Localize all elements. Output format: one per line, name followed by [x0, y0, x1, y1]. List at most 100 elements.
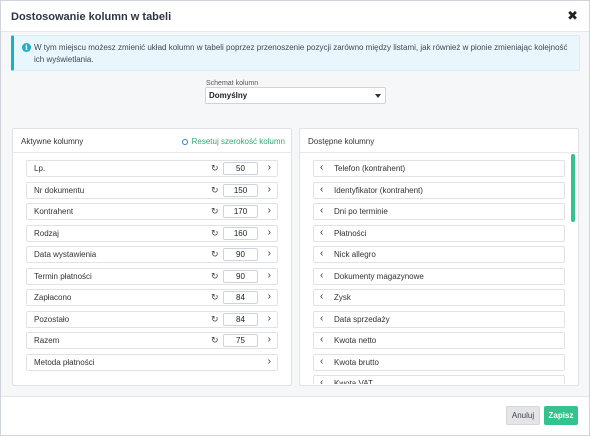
refresh-icon[interactable]: ↻	[211, 206, 219, 217]
available-column-row[interactable]: ‹ Data sprzedaży	[313, 310, 565, 328]
active-column-label: Lp.	[34, 164, 46, 173]
active-column-label: Metoda płatności	[34, 357, 95, 367]
available-column-row[interactable]: ‹ Kwota netto	[313, 332, 565, 349]
chevron-right-icon[interactable]: ›	[268, 270, 271, 281]
chevron-left-icon[interactable]: ‹	[320, 248, 323, 259]
schema-select[interactable]: Domyślny	[205, 87, 386, 104]
info-alert: i W tym miejscu możesz zmienić układ kol…	[11, 35, 580, 71]
chevron-left-icon[interactable]: ‹	[320, 377, 323, 384]
column-width-input[interactable]: 84	[223, 291, 258, 304]
active-column-row[interactable]: Rodzaj ↻ 160 ›	[26, 224, 278, 242]
active-column-row[interactable]: Kontrahent ↻ 170 ›	[26, 203, 278, 220]
column-width-input[interactable]: 75	[223, 334, 258, 347]
active-column-row[interactable]: Data wystawienia ↻ 90 ›	[26, 246, 278, 263]
chevron-right-icon[interactable]: ›	[268, 205, 271, 216]
available-column-row[interactable]: ‹ Dni po terminie	[313, 203, 565, 220]
reset-widths-label: Resetuj szerokość kolumn	[191, 137, 285, 146]
available-column-row[interactable]: ‹ Kwota brutto	[313, 353, 565, 371]
active-column-row[interactable]: Zapłacono ↻ 84 ›	[26, 289, 278, 306]
column-width-input[interactable]: 150	[223, 183, 258, 197]
column-width-input[interactable]: 90	[223, 248, 258, 261]
info-text: W tym miejscu możesz zmienić układ kolum…	[34, 43, 568, 64]
cancel-button[interactable]: Anuluj	[506, 406, 540, 425]
available-column-label: Telefon (kontrahent)	[334, 164, 406, 173]
chevron-right-icon[interactable]: ›	[268, 184, 271, 195]
refresh-icon[interactable]: ↻	[211, 335, 219, 346]
chevron-left-icon[interactable]: ‹	[320, 205, 323, 216]
chevron-right-icon[interactable]: ›	[268, 162, 271, 173]
available-column-label: Zysk	[334, 293, 351, 302]
active-column-row[interactable]: Lp. ↻ 50 ›	[26, 160, 278, 177]
info-icon: i	[22, 43, 31, 52]
refresh-icon[interactable]: ↻	[211, 314, 219, 325]
available-column-row[interactable]: ‹ Kwota VAT	[313, 375, 565, 384]
available-column-row[interactable]: ‹ Telefon (kontrahent)	[313, 160, 565, 177]
refresh-icon[interactable]: ↻	[211, 271, 219, 282]
chevron-left-icon[interactable]: ‹	[320, 313, 323, 324]
chevron-left-icon[interactable]: ‹	[320, 227, 323, 238]
available-columns-title: Dostępne kolumny	[308, 137, 375, 146]
schema-label: Schemat kolumn	[206, 80, 259, 87]
active-column-label: Nr dokumentu	[34, 185, 85, 195]
chevron-left-icon[interactable]: ‹	[320, 184, 323, 195]
dialog-title: Dostosowanie kolumn w tabeli	[11, 11, 172, 23]
chevron-right-icon[interactable]: ›	[268, 313, 271, 324]
active-columns-list: Lp. ↻ 50 › Nr dokumentu ↻ 150 › Kontrahent ↻ 170 › R…	[26, 160, 278, 375]
active-column-row[interactable]: Nr dokumentu ↻ 150 ›	[26, 181, 278, 199]
dialog-header: Dostosowanie kolumn w tabeli ✖	[1, 1, 589, 32]
column-width-input[interactable]: 50	[223, 162, 258, 175]
reset-icon	[181, 139, 188, 145]
available-column-label: Kwota netto	[334, 336, 377, 345]
available-column-row[interactable]: ‹ Zysk	[313, 289, 565, 306]
available-column-label: Kwota brutto	[334, 357, 379, 367]
refresh-icon[interactable]: ↻	[211, 228, 219, 239]
available-column-row[interactable]: ‹ Nick allegro	[313, 246, 565, 263]
chevron-left-icon[interactable]: ‹	[320, 291, 323, 302]
caret-down-icon	[375, 94, 381, 98]
dialog-footer: Anuluj Zapisz	[1, 396, 589, 435]
column-width-input[interactable]: 160	[223, 226, 258, 240]
active-column-label: Pozostało	[34, 314, 70, 324]
refresh-icon[interactable]: ↻	[211, 163, 219, 174]
active-column-label: Zapłacono	[34, 293, 72, 302]
chevron-left-icon[interactable]: ‹	[320, 356, 323, 367]
active-column-row[interactable]: Razem ↻ 75 ›	[26, 332, 278, 349]
available-column-label: Kwota VAT	[334, 379, 373, 384]
available-column-label: Data sprzedaży	[334, 314, 390, 324]
active-column-row[interactable]: Termin płatności ↻ 90 ›	[26, 267, 278, 285]
chevron-left-icon[interactable]: ‹	[320, 162, 323, 173]
available-column-row[interactable]: ‹ Dokumenty magazynowe	[313, 267, 565, 285]
available-column-label: Dni po terminie	[334, 207, 388, 216]
active-column-row[interactable]: Pozostało ↻ 84 ›	[26, 310, 278, 328]
available-column-row[interactable]: ‹ Identyfikator (kontrahent)	[313, 181, 565, 199]
active-column-label: Rodzaj	[34, 228, 59, 238]
refresh-icon[interactable]: ↻	[211, 292, 219, 303]
available-column-label: Nick allegro	[334, 250, 376, 259]
available-column-label: Płatności	[334, 228, 367, 238]
close-icon[interactable]: ✖	[567, 8, 578, 24]
chevron-right-icon[interactable]: ›	[268, 227, 271, 238]
available-column-row[interactable]: ‹ Płatności	[313, 224, 565, 242]
available-columns-panel: Dostępne kolumny ‹ Telefon (kontrahent) ‹ I…	[299, 128, 579, 386]
active-column-label: Termin płatności	[34, 271, 92, 281]
available-column-label: Identyfikator (kontrahent)	[334, 185, 423, 195]
active-column-row[interactable]: Metoda płatności ›	[26, 353, 278, 371]
active-columns-header: Aktywne kolumny Resetuj szerokość kolumn	[13, 129, 291, 153]
refresh-icon[interactable]: ↻	[211, 249, 219, 260]
save-button[interactable]: Zapisz	[544, 406, 578, 425]
chevron-right-icon[interactable]: ›	[268, 291, 271, 302]
column-width-input[interactable]: 84	[223, 312, 258, 326]
chevron-left-icon[interactable]: ‹	[320, 334, 323, 345]
reset-widths-link[interactable]: Resetuj szerokość kolumn	[181, 137, 285, 146]
available-columns-list: ‹ Telefon (kontrahent) ‹ Identyfikator (kon…	[313, 160, 565, 384]
chevron-right-icon[interactable]: ›	[268, 334, 271, 345]
refresh-icon[interactable]: ↻	[211, 185, 219, 196]
available-columns-header: Dostępne kolumny	[300, 129, 578, 153]
chevron-right-icon[interactable]: ›	[268, 356, 271, 367]
column-width-input[interactable]: 90	[223, 269, 258, 283]
chevron-right-icon[interactable]: ›	[268, 248, 271, 259]
column-width-input[interactable]: 170	[223, 205, 258, 218]
active-column-label: Data wystawienia	[34, 250, 97, 259]
available-list-scrollbar[interactable]	[571, 154, 575, 222]
chevron-left-icon[interactable]: ‹	[320, 270, 323, 281]
